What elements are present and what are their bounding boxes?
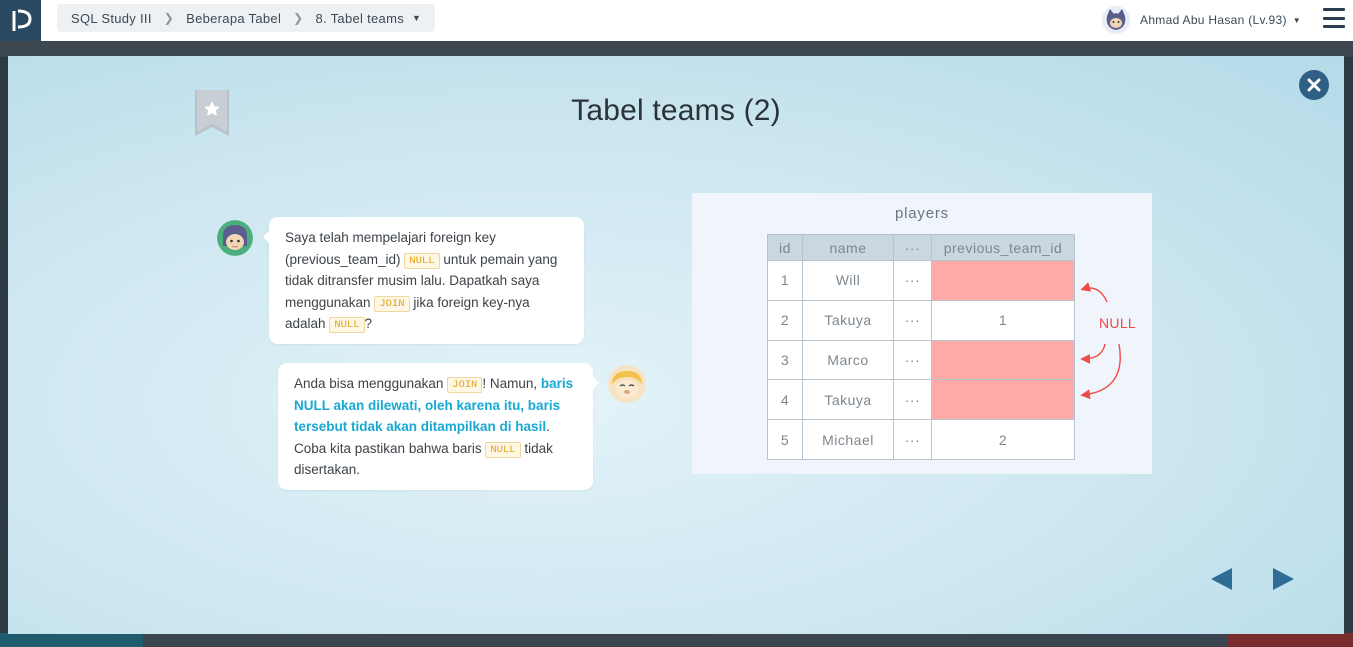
student-avatar-icon [217, 220, 253, 256]
background-page-strip [0, 41, 1353, 57]
null-cell [931, 379, 1075, 421]
breadcrumb-lesson[interactable]: 8. Tabel teams [316, 11, 405, 26]
table-cell: 3 [767, 339, 803, 381]
table-cell: ··· [893, 260, 932, 301]
table-cell: ··· [893, 379, 932, 421]
table-cell: Marco [802, 339, 894, 381]
next-arrow-icon[interactable] [1273, 568, 1294, 590]
null-cell [931, 260, 1075, 301]
table-cell: Takuya [802, 299, 894, 341]
chevron-right-icon: ❯ [163, 11, 175, 25]
user-menu[interactable]: Ahmad Abu Hasan (Lv.93) ▼ [1102, 6, 1301, 34]
null-arrows-icon [1080, 282, 1121, 400]
prev-arrow-icon[interactable] [1211, 568, 1232, 590]
table-header-row: id name ··· previous_team_id [767, 234, 1075, 261]
answer-bubble: Anda bisa menggunakan JOIN! Namun, baris… [278, 363, 600, 490]
null-cell [931, 339, 1075, 381]
table-cell: 2 [931, 419, 1075, 460]
bubble-text: ? [364, 316, 373, 332]
caret-down-icon[interactable]: ▼ [412, 13, 421, 23]
caret-down-icon: ▼ [1292, 15, 1301, 25]
column-header: previous_team_id [931, 234, 1075, 261]
null-annotation: NULL [1099, 315, 1136, 331]
table-row: 5 Michael ··· 2 [767, 419, 1075, 460]
table-row: 2 Takuya ··· 1 [767, 299, 1075, 341]
bubble-text: ! Namun, [482, 376, 538, 391]
chevron-right-icon: ❯ [293, 11, 304, 25]
table-cell: Michael [802, 419, 894, 460]
teacher-avatar-icon [608, 365, 646, 403]
code-null: NULL [329, 317, 365, 334]
code-null: NULL [404, 252, 440, 269]
table-title: players [895, 205, 949, 222]
table-row: 4 Takuya ··· [767, 379, 1075, 421]
table-row: 1 Will ··· [767, 260, 1075, 301]
progate-logo-icon[interactable] [0, 0, 41, 41]
table-row: 3 Marco ··· [767, 339, 1075, 381]
breadcrumb-course[interactable]: SQL Study III [71, 11, 152, 26]
players-table: id name ··· previous_team_id 1 Will ··· … [767, 234, 1075, 460]
hamburger-menu-icon[interactable] [1323, 8, 1345, 28]
slide-title: Tabel teams (2) [571, 94, 781, 127]
table-cell: 4 [767, 379, 803, 421]
column-header: name [802, 234, 894, 261]
user-avatar-icon [1102, 6, 1131, 34]
user-name: Ahmad Abu Hasan (Lv.93) [1140, 13, 1287, 27]
table-cell: ··· [893, 339, 932, 381]
bubble-text: Anda bisa menggunakan [294, 376, 444, 391]
table-cell: 1 [931, 299, 1075, 341]
table-cell: 2 [767, 299, 803, 341]
question-bubble: Saya telah mempelajari foreign key (prev… [262, 217, 584, 344]
column-header: ··· [893, 234, 932, 261]
code-join: JOIN [447, 377, 483, 393]
code-null: NULL [485, 441, 521, 458]
slide-modal: Tabel teams (2) Saya telah mempelajari f… [8, 56, 1344, 634]
close-icon[interactable] [1299, 70, 1329, 100]
table-cell: Takuya [802, 379, 894, 421]
table-cell: 5 [767, 419, 803, 460]
table-cell: ··· [893, 299, 932, 341]
breadcrumb: SQL Study III ❯ Beberapa Tabel ❯ 8. Tabe… [57, 4, 436, 32]
breadcrumb-section[interactable]: Beberapa Tabel [186, 11, 281, 26]
table-cell: ··· [893, 419, 932, 460]
background-page-footer [0, 633, 1353, 647]
table-cell: 1 [767, 260, 803, 301]
column-header: id [767, 234, 803, 261]
code-join: JOIN [374, 295, 410, 312]
table-panel: players id name ··· previous_team_id 1 W… [692, 193, 1152, 474]
table-cell: Will [802, 260, 894, 301]
top-bar: SQL Study III ❯ Beberapa Tabel ❯ 8. Tabe… [0, 0, 1353, 41]
